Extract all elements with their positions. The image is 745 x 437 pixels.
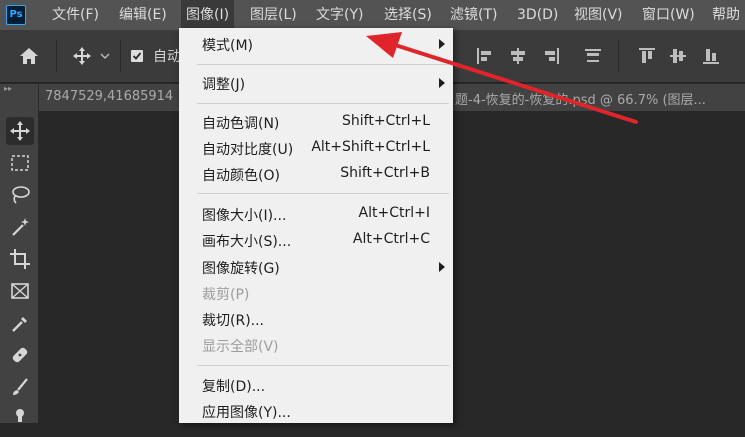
- annotation-arrow-icon: [366, 32, 638, 124]
